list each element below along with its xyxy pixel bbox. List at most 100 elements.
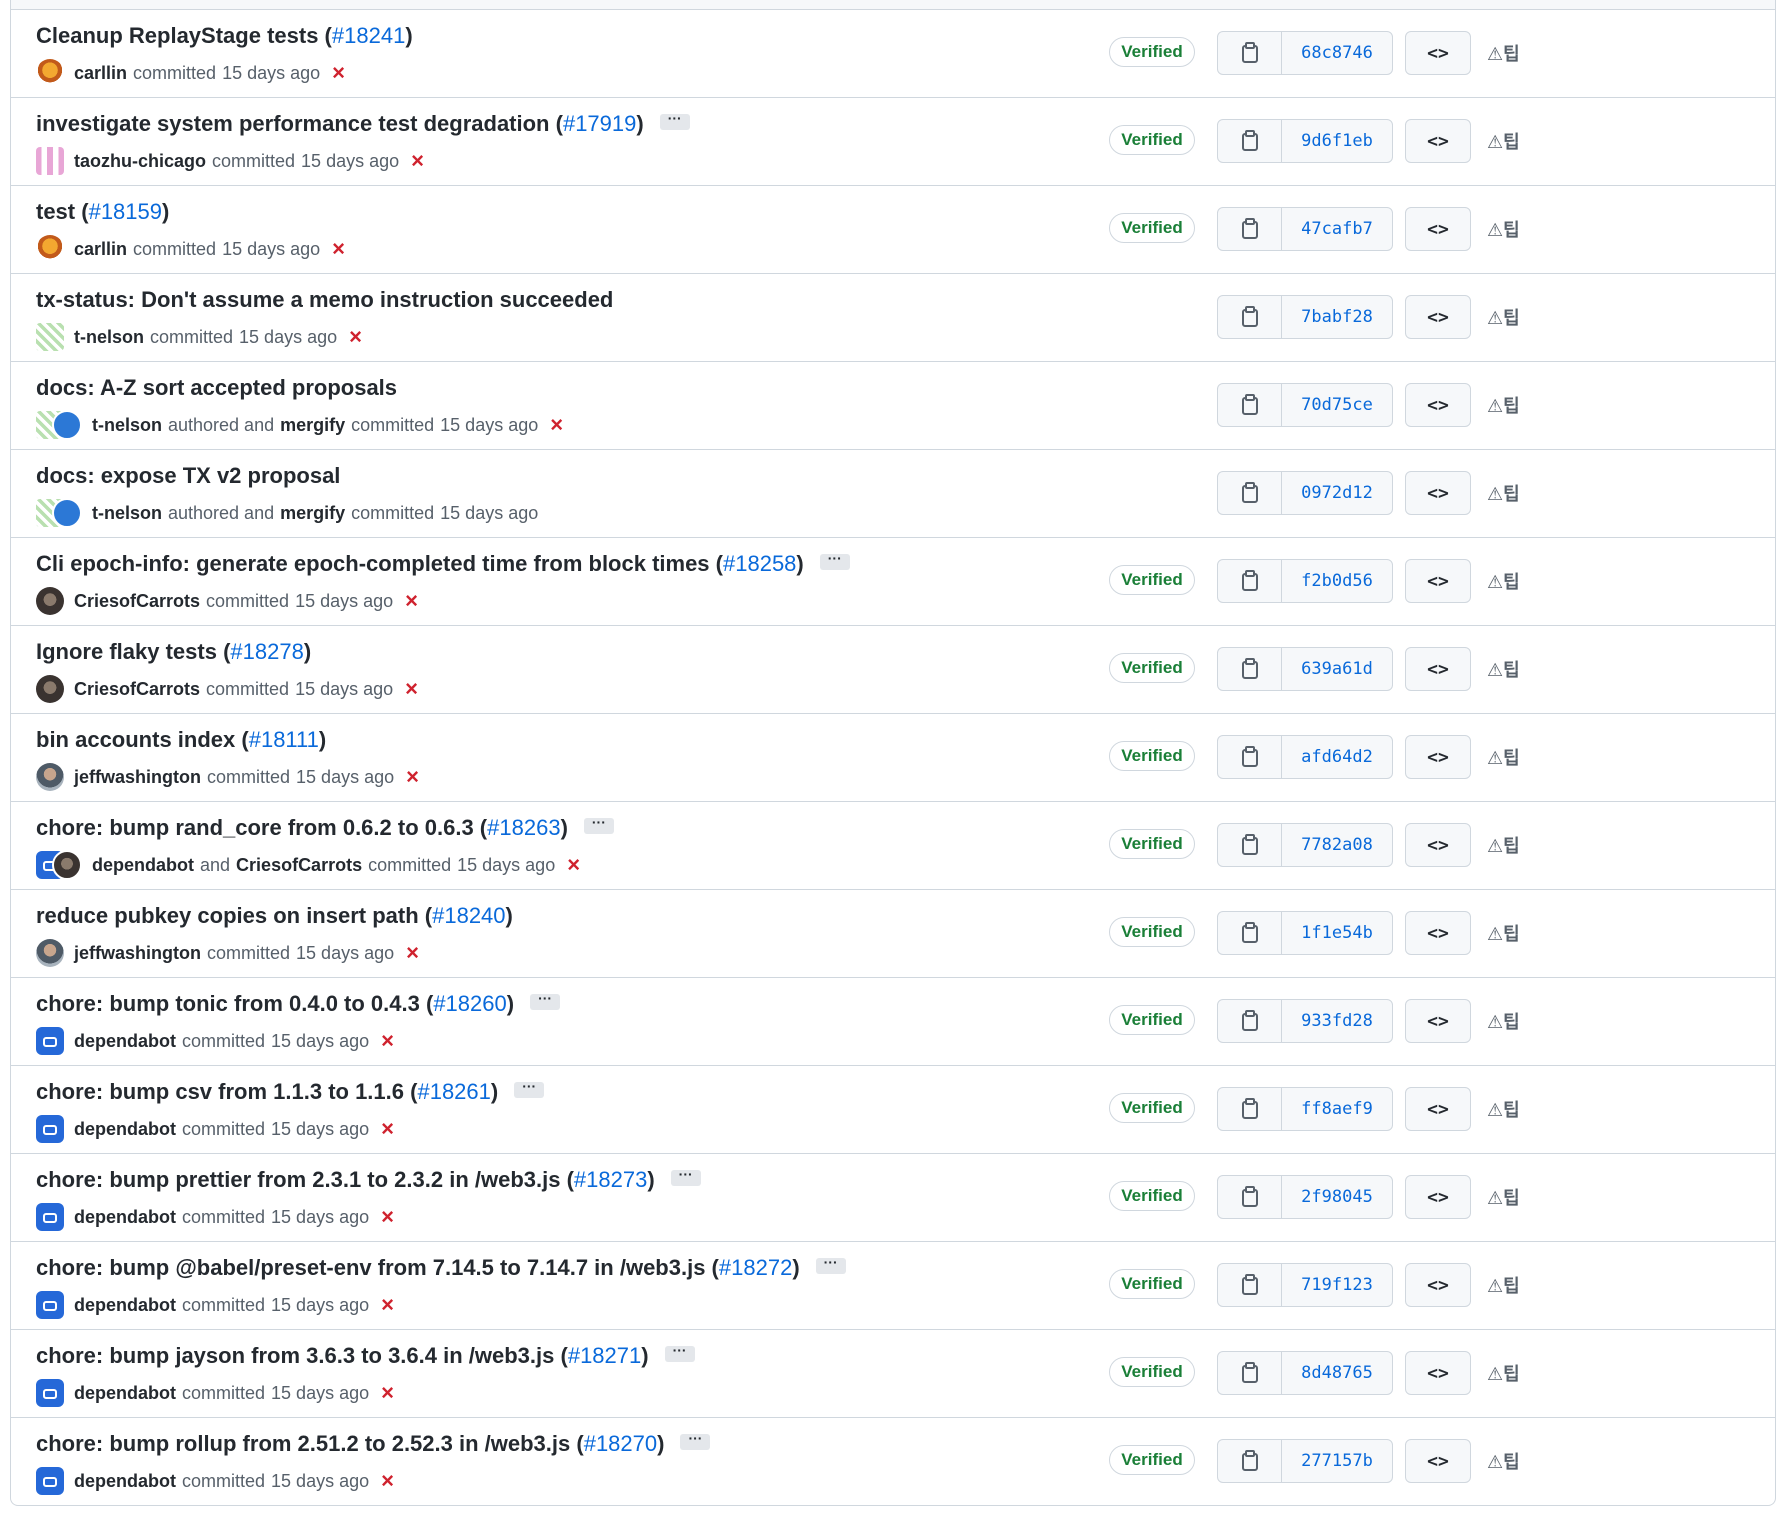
status-fail-icon[interactable]: × bbox=[332, 238, 345, 260]
pr-link[interactable]: #18273 bbox=[574, 1167, 647, 1192]
commit-title[interactable]: chore: bump rollup from 2.51.2 to 2.52.3… bbox=[36, 1431, 711, 1457]
browse-repo-button[interactable]: <> bbox=[1405, 1263, 1471, 1307]
author-link[interactable]: jeffwashington bbox=[74, 767, 201, 788]
avatar-stack[interactable] bbox=[36, 410, 82, 440]
pr-link[interactable]: #18272 bbox=[719, 1255, 792, 1280]
browse-repo-button[interactable]: <> bbox=[1405, 383, 1471, 427]
commit-title[interactable]: Ignore flaky tests (#18278) bbox=[36, 639, 311, 665]
author-link[interactable]: t-nelson bbox=[92, 503, 162, 524]
avatar-stack[interactable] bbox=[36, 235, 64, 263]
verified-badge[interactable]: Verified bbox=[1109, 213, 1195, 243]
status-fail-icon[interactable]: × bbox=[405, 590, 418, 612]
avatar[interactable] bbox=[36, 1027, 64, 1055]
commit-sha-link[interactable]: 47cafb7 bbox=[1282, 208, 1392, 250]
author-link[interactable]: dependabot bbox=[74, 1295, 176, 1316]
commit-message[interactable]: Cli epoch-info: generate epoch-completed… bbox=[36, 551, 710, 577]
commit-sha-link[interactable]: 8d48765 bbox=[1282, 1352, 1392, 1394]
avatar[interactable] bbox=[36, 59, 64, 87]
author-link[interactable]: dependabot bbox=[74, 1119, 176, 1140]
copy-sha-button[interactable] bbox=[1218, 736, 1282, 778]
avatar-stack[interactable] bbox=[36, 59, 64, 87]
coauthor-link[interactable]: mergify bbox=[280, 503, 345, 524]
browse-repo-button[interactable]: <> bbox=[1405, 911, 1471, 955]
extension-button[interactable]: ⚠팁 bbox=[1487, 1446, 1531, 1476]
status-fail-icon[interactable]: × bbox=[406, 766, 419, 788]
copy-sha-button[interactable] bbox=[1218, 1000, 1282, 1042]
verified-badge[interactable]: Verified bbox=[1109, 1181, 1195, 1211]
browse-repo-button[interactable]: <> bbox=[1405, 1087, 1471, 1131]
pr-link[interactable]: #18258 bbox=[723, 551, 796, 576]
pr-link[interactable]: #18261 bbox=[417, 1079, 490, 1104]
browse-repo-button[interactable]: <> bbox=[1405, 31, 1471, 75]
copy-sha-button[interactable] bbox=[1218, 1176, 1282, 1218]
status-fail-icon[interactable]: × bbox=[381, 1206, 394, 1228]
commit-sha-link[interactable]: 7babf28 bbox=[1282, 296, 1392, 338]
browse-repo-button[interactable]: <> bbox=[1405, 1351, 1471, 1395]
expand-message-button[interactable]: ··· bbox=[514, 1079, 545, 1098]
avatar[interactable] bbox=[36, 1379, 64, 1407]
verified-badge[interactable]: Verified bbox=[1109, 1093, 1195, 1123]
expand-message-button[interactable]: ··· bbox=[680, 1431, 711, 1450]
commit-message[interactable]: test bbox=[36, 199, 75, 225]
author-link[interactable]: CriesofCarrots bbox=[74, 591, 200, 612]
avatar[interactable] bbox=[52, 498, 82, 528]
commit-title[interactable]: chore: bump rand_core from 0.6.2 to 0.6.… bbox=[36, 815, 614, 841]
extension-button[interactable]: ⚠팁 bbox=[1487, 1006, 1531, 1036]
commit-sha-link[interactable]: 933fd28 bbox=[1282, 1000, 1392, 1042]
coauthor-link[interactable]: mergify bbox=[280, 415, 345, 436]
commit-message[interactable]: docs: expose TX v2 proposal bbox=[36, 463, 340, 489]
avatar-stack[interactable] bbox=[36, 147, 64, 175]
extension-button[interactable]: ⚠팁 bbox=[1487, 1094, 1531, 1124]
status-fail-icon[interactable]: × bbox=[332, 62, 345, 84]
author-link[interactable]: dependabot bbox=[74, 1207, 176, 1228]
copy-sha-button[interactable] bbox=[1218, 1352, 1282, 1394]
commit-message[interactable]: chore: bump tonic from 0.4.0 to 0.4.3 bbox=[36, 991, 420, 1017]
pr-link[interactable]: #18111 bbox=[249, 727, 319, 752]
avatar-stack[interactable] bbox=[36, 1027, 64, 1055]
expand-message-button[interactable]: ··· bbox=[670, 1167, 701, 1186]
commit-title[interactable]: chore: bump prettier from 2.3.1 to 2.3.2… bbox=[36, 1167, 701, 1193]
commit-sha-link[interactable]: 2f98045 bbox=[1282, 1176, 1392, 1218]
avatar-stack[interactable] bbox=[36, 587, 64, 615]
avatar[interactable] bbox=[36, 587, 64, 615]
avatar-stack[interactable] bbox=[36, 939, 64, 967]
avatar-stack[interactable] bbox=[36, 1115, 64, 1143]
status-fail-icon[interactable]: × bbox=[381, 1030, 394, 1052]
expand-message-button[interactable]: ··· bbox=[530, 991, 561, 1010]
avatar[interactable] bbox=[36, 323, 64, 351]
avatar[interactable] bbox=[36, 939, 64, 967]
extension-button[interactable]: ⚠팁 bbox=[1487, 38, 1531, 68]
status-fail-icon[interactable]: × bbox=[381, 1294, 394, 1316]
author-link[interactable]: carllin bbox=[74, 239, 127, 260]
verified-badge[interactable]: Verified bbox=[1109, 565, 1195, 595]
avatar-stack[interactable] bbox=[36, 1203, 64, 1231]
commit-sha-link[interactable]: 68c8746 bbox=[1282, 32, 1392, 74]
browse-repo-button[interactable]: <> bbox=[1405, 207, 1471, 251]
browse-repo-button[interactable]: <> bbox=[1405, 999, 1471, 1043]
status-fail-icon[interactable]: × bbox=[550, 414, 563, 436]
commit-title[interactable]: tx-status: Don't assume a memo instructi… bbox=[36, 287, 613, 313]
pr-link[interactable]: #18271 bbox=[568, 1343, 641, 1368]
commit-message[interactable]: bin accounts index bbox=[36, 727, 235, 753]
commit-message[interactable]: reduce pubkey copies on insert path bbox=[36, 903, 419, 929]
extension-button[interactable]: ⚠팁 bbox=[1487, 478, 1531, 508]
author-link[interactable]: CriesofCarrots bbox=[74, 679, 200, 700]
commit-sha-link[interactable]: 1f1e54b bbox=[1282, 912, 1392, 954]
extension-button[interactable]: ⚠팁 bbox=[1487, 1270, 1531, 1300]
commit-sha-link[interactable]: 70d75ce bbox=[1282, 384, 1392, 426]
avatar-stack[interactable] bbox=[36, 1291, 64, 1319]
extension-button[interactable]: ⚠팁 bbox=[1487, 1358, 1531, 1388]
commit-title[interactable]: docs: A-Z sort accepted proposals bbox=[36, 375, 397, 401]
commit-sha-link[interactable]: 7782a08 bbox=[1282, 824, 1392, 866]
commit-sha-link[interactable]: 9d6f1eb bbox=[1282, 120, 1392, 162]
avatar-stack[interactable] bbox=[36, 1379, 64, 1407]
pr-link[interactable]: #17919 bbox=[563, 111, 636, 136]
browse-repo-button[interactable]: <> bbox=[1405, 1439, 1471, 1483]
avatar-stack[interactable] bbox=[36, 1467, 64, 1495]
browse-repo-button[interactable]: <> bbox=[1405, 119, 1471, 163]
verified-badge[interactable]: Verified bbox=[1109, 741, 1195, 771]
commit-title[interactable]: test (#18159) bbox=[36, 199, 169, 225]
commit-title[interactable]: docs: expose TX v2 proposal bbox=[36, 463, 340, 489]
commit-sha-link[interactable]: 277157b bbox=[1282, 1440, 1392, 1482]
avatar-stack[interactable] bbox=[36, 675, 64, 703]
